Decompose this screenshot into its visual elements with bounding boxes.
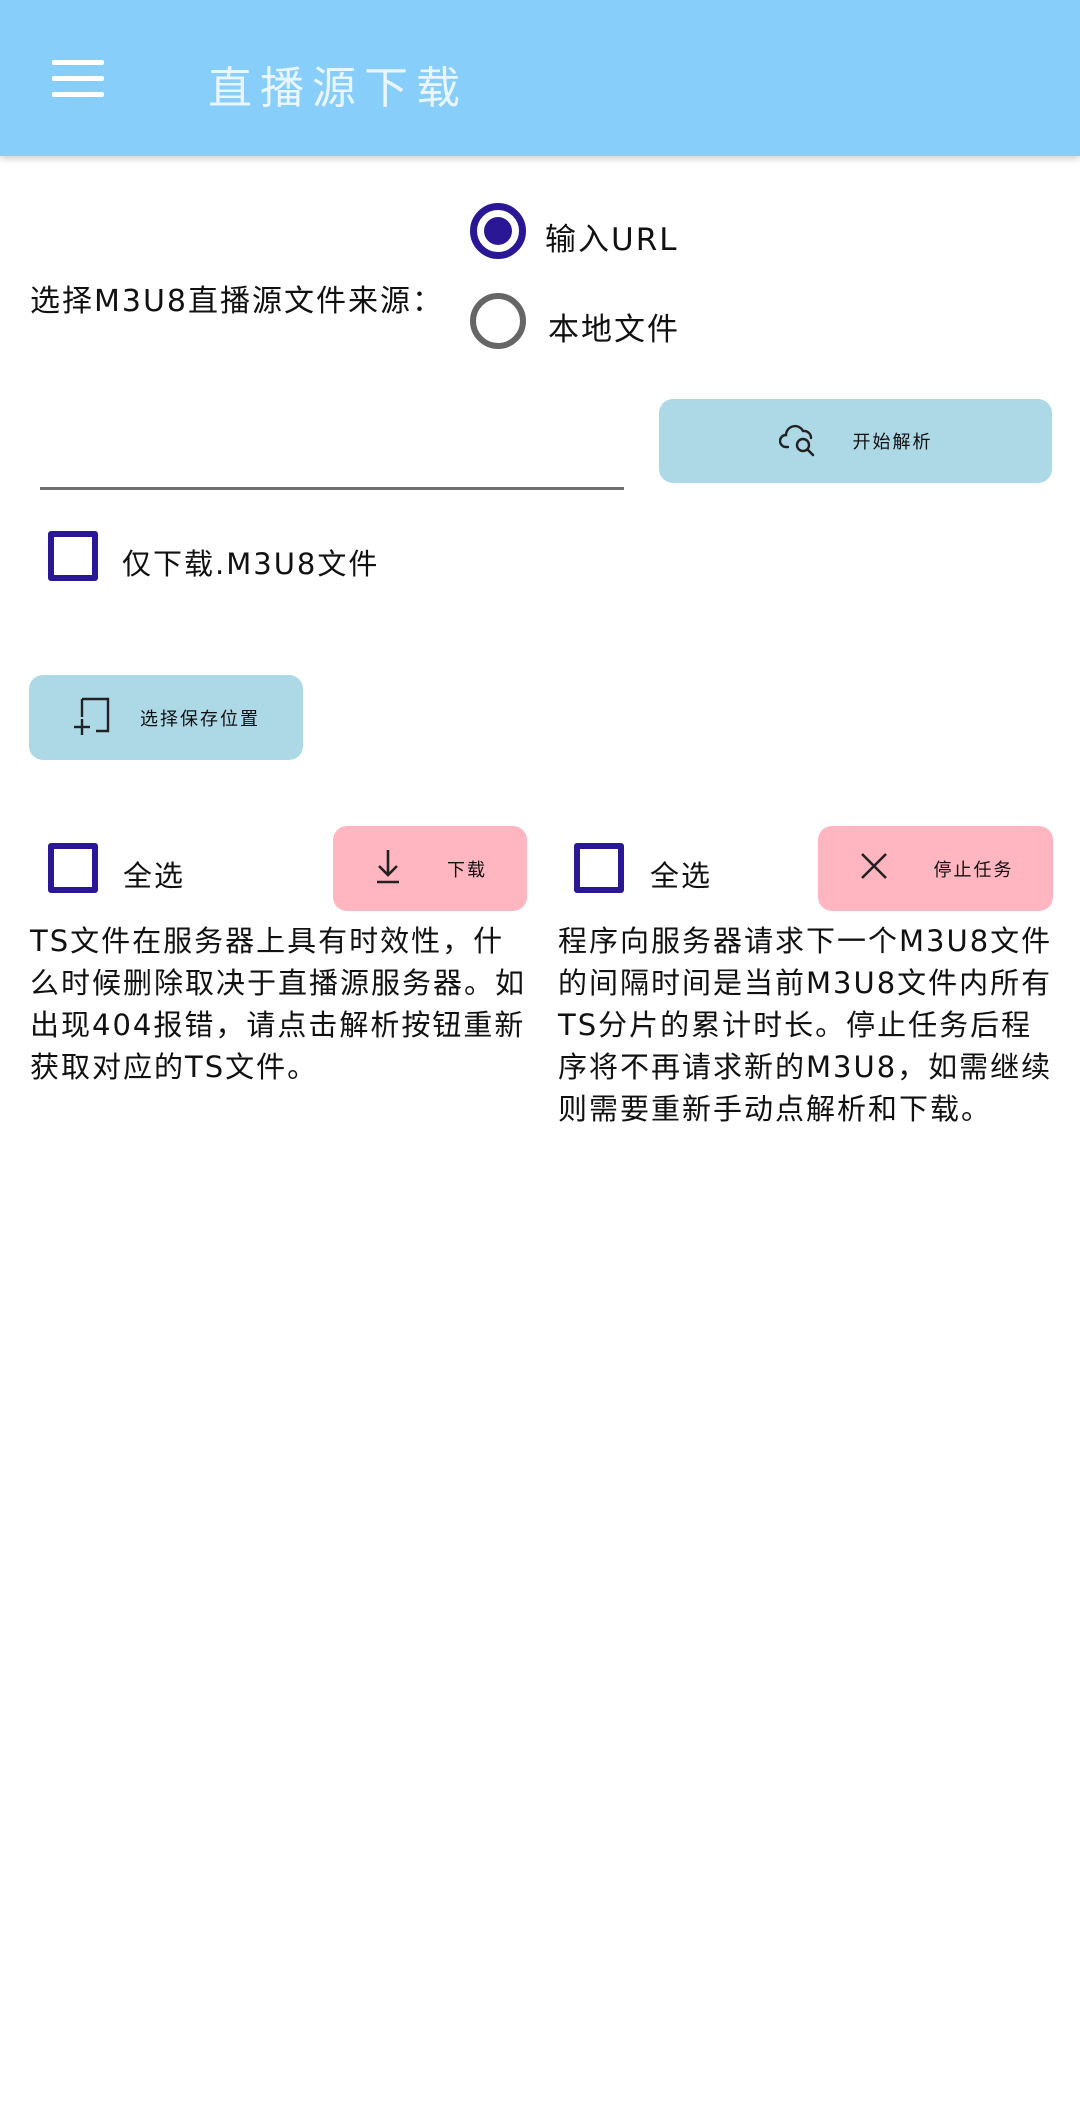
save-location-button[interactable]: 选择保存位置 xyxy=(29,675,303,760)
select-all-stop-label[interactable]: 全选 xyxy=(650,853,712,895)
download-icon xyxy=(373,846,403,891)
download-button[interactable]: 下载 xyxy=(333,826,527,911)
menu-icon-bar xyxy=(52,60,104,65)
radio-local-file-label[interactable]: 本地文件 xyxy=(548,304,680,349)
select-all-download-label[interactable]: 全选 xyxy=(123,853,185,895)
select-all-stop-checkbox[interactable] xyxy=(574,843,624,893)
folder-plus-icon xyxy=(72,695,110,740)
download-note: TS文件在服务器上具有时效性，什么时候删除取决于直播源服务器。如出现404报错，… xyxy=(30,924,527,1084)
radio-local-file[interactable] xyxy=(470,293,526,349)
save-location-button-label: 选择保存位置 xyxy=(140,708,260,730)
only-m3u8-checkbox[interactable] xyxy=(48,531,98,581)
source-label: 选择M3U8直播源文件来源： xyxy=(30,284,445,319)
stop-task-button[interactable]: 停止任务 xyxy=(818,826,1053,911)
menu-icon-bar xyxy=(52,92,104,97)
page-title: 直播源下载 xyxy=(208,63,468,114)
stop-task-note: 程序向服务器请求下一个M3U8文件的间隔时间是当前M3U8文件内所有TS分片的累… xyxy=(558,924,1053,1126)
parse-button-label: 开始解析 xyxy=(852,432,933,453)
app-bar: 直播源下载 xyxy=(0,0,1080,156)
url-input[interactable] xyxy=(40,405,624,490)
download-button-label: 下载 xyxy=(447,859,487,881)
parse-button[interactable]: 开始解析 xyxy=(659,399,1052,483)
menu-icon-bar xyxy=(52,76,104,81)
radio-url[interactable] xyxy=(470,203,526,259)
close-icon xyxy=(858,850,890,887)
select-all-download-checkbox[interactable] xyxy=(48,843,98,893)
stop-task-button-label: 停止任务 xyxy=(933,859,1014,881)
menu-button[interactable] xyxy=(36,46,124,112)
only-m3u8-label[interactable]: 仅下载.M3U8文件 xyxy=(122,541,379,583)
radio-url-label[interactable]: 输入URL xyxy=(545,214,679,259)
cloud-search-icon xyxy=(778,421,819,462)
